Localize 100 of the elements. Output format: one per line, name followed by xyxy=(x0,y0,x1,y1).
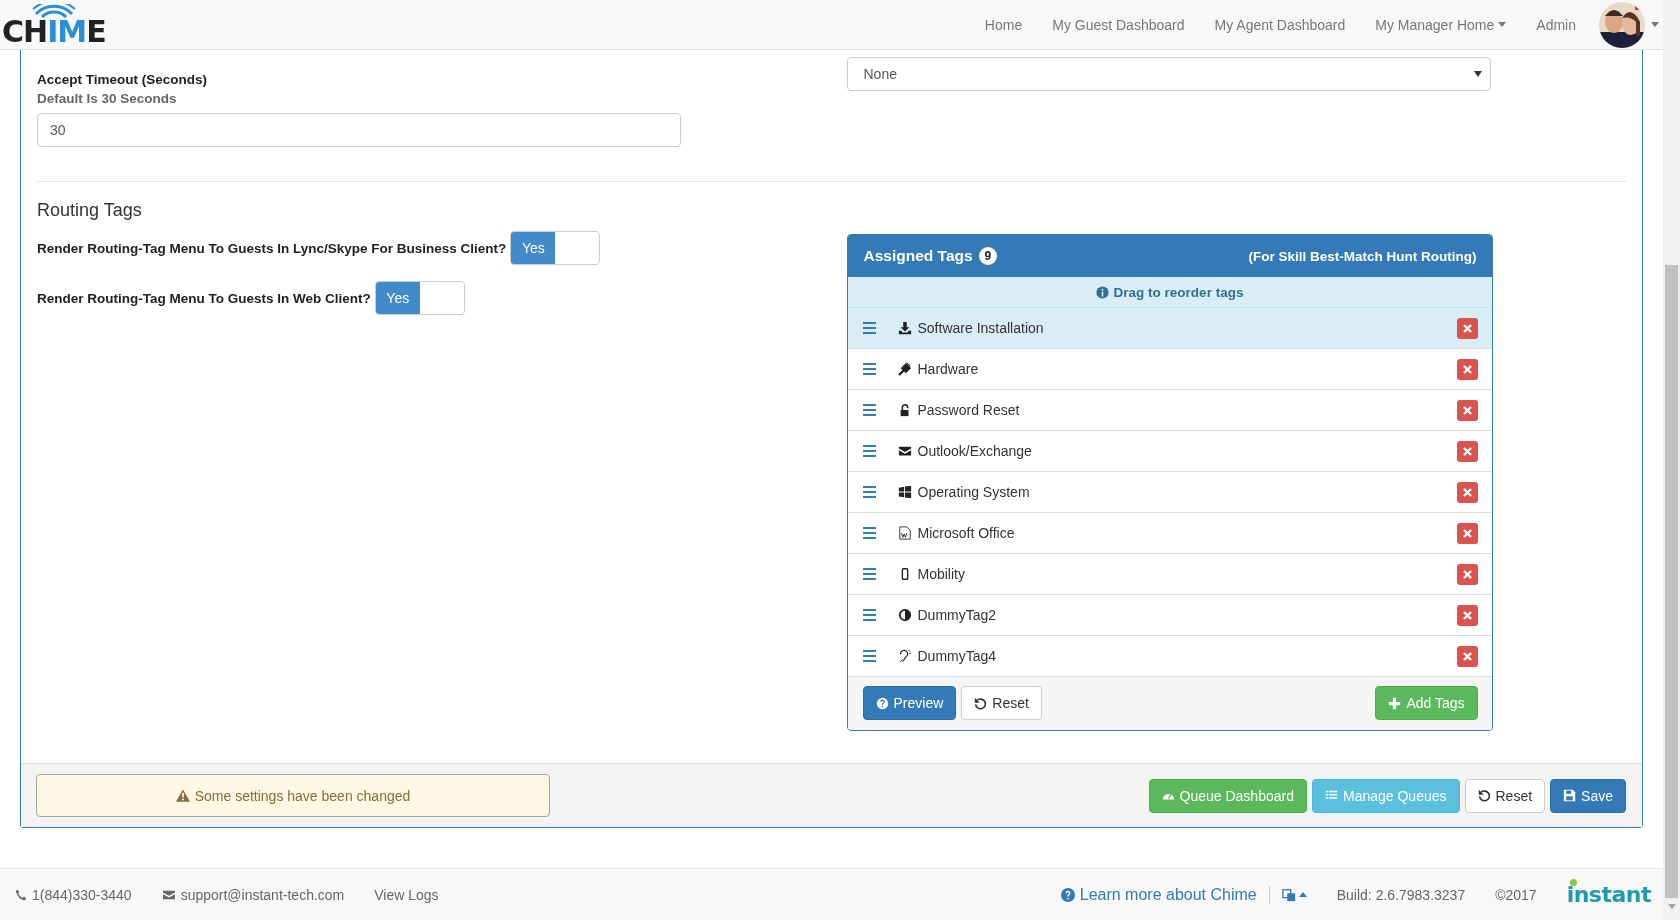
nav-link[interactable]: My Manager Home xyxy=(1360,0,1522,50)
learn-more-link[interactable]: Learn more about Chime xyxy=(1060,885,1270,904)
close-icon xyxy=(1462,528,1472,538)
field-label: Accept Timeout (Seconds) xyxy=(37,72,209,87)
field-hint: Default Is 30 Seconds xyxy=(37,91,178,106)
tag-row[interactable]: Software Installation xyxy=(847,308,1492,349)
save-button[interactable]: Save xyxy=(1550,778,1626,813)
tag-row[interactable]: Hardware xyxy=(847,349,1492,390)
toggle-switch[interactable]: Yes xyxy=(374,281,465,315)
tag-row[interactable]: Microsoft Office xyxy=(847,513,1492,554)
reset-button[interactable]: Reset xyxy=(961,686,1042,720)
toggle-switch[interactable]: Yes xyxy=(510,231,601,265)
delete-button[interactable] xyxy=(1456,522,1478,544)
tag-row[interactable]: Mobility xyxy=(847,554,1492,595)
close-icon xyxy=(1462,569,1472,579)
list-icon xyxy=(1324,789,1338,802)
count-badge: 9 xyxy=(978,247,998,265)
drag-handle-icon[interactable] xyxy=(862,404,876,416)
tag-row[interactable]: Password Reset xyxy=(847,390,1492,431)
view-logs-link[interactable]: View Logs xyxy=(374,886,439,903)
caret-icon xyxy=(1498,22,1507,27)
tag-name: Outlook/Exchange xyxy=(917,443,1033,459)
preview-button[interactable]: Preview xyxy=(862,686,957,720)
select-field[interactable]: None xyxy=(846,57,1491,91)
copyright: ©2017 xyxy=(1495,886,1537,903)
nav-link[interactable]: My Agent Dashboard xyxy=(1199,0,1361,50)
close-icon xyxy=(1462,610,1472,620)
delete-button[interactable] xyxy=(1456,399,1478,421)
tag-name: DummyTag4 xyxy=(917,648,998,664)
drag-handle-icon[interactable] xyxy=(862,445,876,457)
drag-handle-icon[interactable] xyxy=(862,609,876,621)
undo-icon xyxy=(1477,789,1491,802)
arrow-down-icon[interactable] xyxy=(1667,904,1676,909)
toggle-label: Render Routing-Tag Menu To Guests In Lync/Skype For Business Client? xyxy=(37,240,507,256)
delete-button[interactable] xyxy=(1456,440,1478,462)
close-icon xyxy=(1462,405,1472,415)
reset-button[interactable]: Reset xyxy=(1464,778,1546,813)
language-icon[interactable] xyxy=(1281,887,1296,902)
phone-icon xyxy=(15,888,27,901)
drag-handle-icon[interactable] xyxy=(862,650,876,662)
close-icon xyxy=(1462,446,1472,456)
delete-button[interactable] xyxy=(1456,645,1478,667)
drag-handle-icon[interactable] xyxy=(862,486,876,498)
tag-name: Operating System xyxy=(917,484,1031,500)
section-title: Routing Tags xyxy=(37,200,143,221)
delete-button[interactable] xyxy=(1456,358,1478,380)
alert-message: Some settings have been changed xyxy=(36,774,550,817)
panel-subtitle: (For Skill Best-Match Hunt Routing) xyxy=(1248,248,1477,264)
contrast-icon xyxy=(897,608,912,622)
drag-handle-icon[interactable] xyxy=(862,322,876,334)
close-icon xyxy=(1462,323,1472,333)
drag-handle-icon[interactable] xyxy=(862,527,876,539)
delete-button[interactable] xyxy=(1456,481,1478,503)
tag-name: Microsoft Office xyxy=(917,525,1016,541)
info-icon xyxy=(1095,285,1109,299)
document-icon xyxy=(897,526,912,540)
envelope-icon xyxy=(161,888,176,901)
envelope-icon xyxy=(897,444,912,458)
caret-icon[interactable] xyxy=(1298,892,1307,897)
tag-row[interactable]: Operating System xyxy=(847,472,1492,513)
close-icon xyxy=(1462,364,1472,374)
panel-title: Assigned Tags xyxy=(863,247,973,265)
nav-link[interactable]: Home xyxy=(969,0,1038,50)
windows-icon xyxy=(897,485,912,499)
toggle-label: Render Routing-Tag Menu To Guests In Web Client? xyxy=(37,290,371,306)
nav-link[interactable]: Admin xyxy=(1521,0,1591,50)
wifi-arcs-icon xyxy=(31,3,76,18)
delete-button[interactable] xyxy=(1456,604,1478,626)
close-icon xyxy=(1462,651,1472,661)
tag-name: Software Installation xyxy=(917,320,1045,336)
caret-icon xyxy=(1651,22,1659,27)
tag-row[interactable]: Outlook/Exchange xyxy=(847,431,1492,472)
caret-icon xyxy=(1473,71,1482,77)
info-bar: Drag to reorder tags xyxy=(847,277,1492,308)
close-icon xyxy=(1462,487,1472,497)
tag-name: Mobility xyxy=(917,566,966,582)
download-icon xyxy=(897,321,912,335)
warning-icon xyxy=(175,789,190,802)
brand-logo: instant xyxy=(1566,882,1651,907)
email-link[interactable]: support@instant-tech.com xyxy=(180,886,345,903)
plug-icon xyxy=(897,362,912,376)
input-field[interactable]: 30 xyxy=(37,113,681,147)
plus-icon xyxy=(1388,696,1402,710)
ear-icon xyxy=(897,649,912,663)
logo-text: CHIME xyxy=(2,17,106,46)
help-icon xyxy=(1060,887,1075,902)
scrollbar-thumb[interactable] xyxy=(1665,265,1678,898)
nav-link[interactable]: My Guest Dashboard xyxy=(1037,0,1200,50)
help-icon xyxy=(875,696,889,710)
drag-handle-icon[interactable] xyxy=(862,568,876,580)
build-number: Build: 2.6.7983.3237 xyxy=(1336,886,1466,903)
drag-handle-icon[interactable] xyxy=(862,363,876,375)
phone-number: 1(844)330-3440 xyxy=(32,886,132,903)
tag-name: Hardware xyxy=(917,361,980,377)
delete-button[interactable] xyxy=(1456,317,1478,339)
tag-name: Password Reset xyxy=(917,402,1021,418)
delete-button[interactable] xyxy=(1456,563,1478,585)
tag-row[interactable]: DummyTag2 xyxy=(847,595,1492,636)
undo-icon xyxy=(974,696,988,710)
tag-name: DummyTag2 xyxy=(917,607,998,623)
